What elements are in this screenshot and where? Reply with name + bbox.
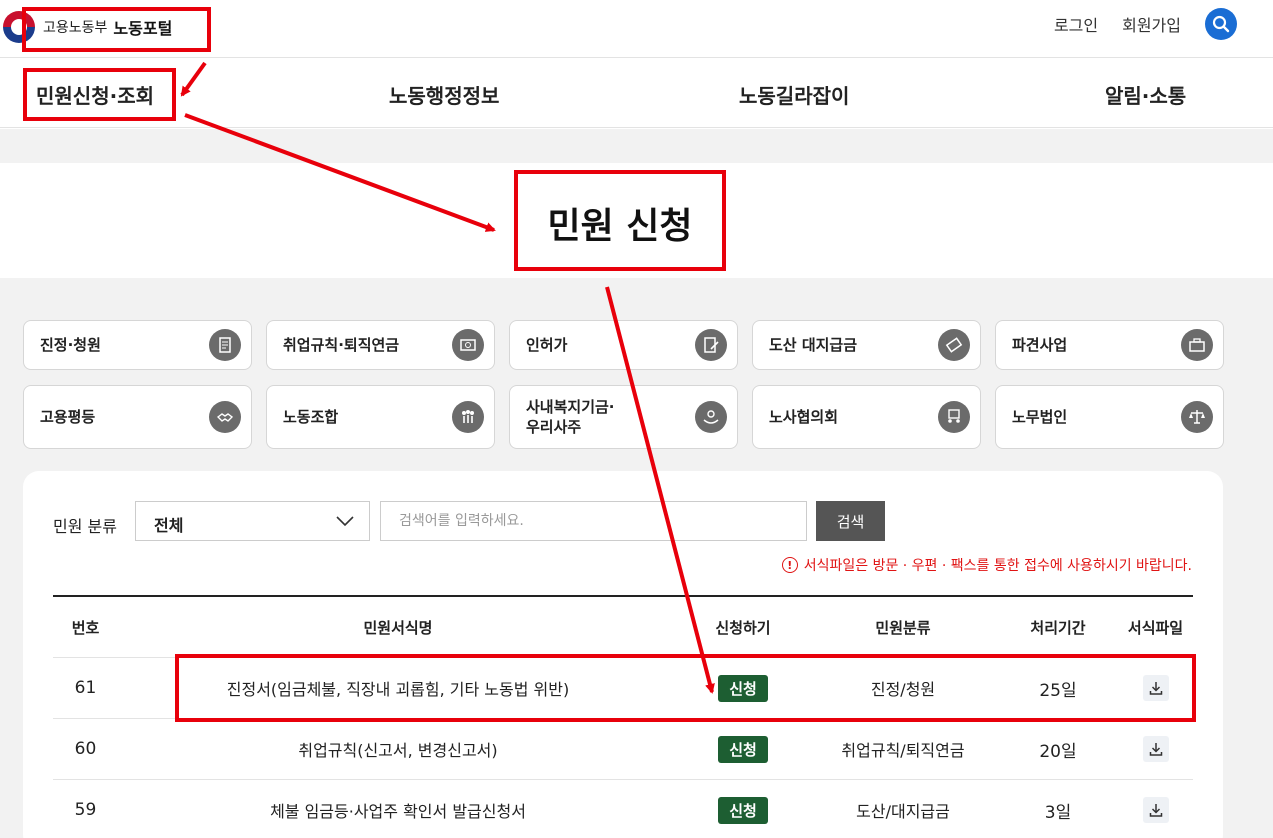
money-icon <box>938 329 970 361</box>
category-card-equal-employment[interactable]: 고용평등 <box>23 385 252 449</box>
council-icon <box>938 401 970 433</box>
form-table: 번호 민원서식명 신청하기 민원분류 처리기간 서식파일 61 진정서(임금체불… <box>53 595 1193 838</box>
category-select[interactable]: 전체 <box>135 501 370 541</box>
column-header-number: 번호 <box>71 618 100 637</box>
row-number: 59 <box>74 800 97 820</box>
category-card-employment-rules[interactable]: 취업규칙·퇴직연금 <box>266 320 495 370</box>
scale-icon <box>1181 401 1213 433</box>
category-filter-label: 민원 분류 <box>53 517 117 536</box>
apply-button[interactable]: 신청 <box>718 674 768 702</box>
category-label: 취업규칙·퇴직연금 <box>283 336 400 354</box>
category-label: 노동조합 <box>283 408 339 426</box>
category-card-insolvency-payment[interactable]: 도산 대지급금 <box>752 320 981 370</box>
row-period: 25일 <box>1039 680 1077 701</box>
category-label: 고용평등 <box>40 408 96 426</box>
alert-icon: ! <box>781 557 798 573</box>
row-number: 60 <box>74 739 97 759</box>
category-label: 노사협의회 <box>769 408 839 426</box>
row-category: 취업규칙/퇴직연금 <box>841 741 965 760</box>
category-card-labor-union[interactable]: 노동조합 <box>266 385 495 449</box>
pension-icon <box>452 329 484 361</box>
notice-text: 서식파일은 방문 · 우편 · 팩스를 통한 접수에 사용하시기 바랍니다. <box>803 558 1192 574</box>
main-nav: 민원신청·조회 노동행정정보 노동길라잡이 알림·소통 <box>0 58 1273 128</box>
row-form-name[interactable]: 취업규칙(신고서, 변경신고서) <box>118 737 678 761</box>
category-label: 노무법인 <box>1012 408 1068 426</box>
chevron-down-icon <box>336 516 354 527</box>
union-icon <box>452 401 484 433</box>
search-icon <box>1212 15 1230 33</box>
column-header-form-file: 서식파일 <box>1127 618 1184 637</box>
logo-portal-text: 노동포털 <box>113 19 173 38</box>
download-icon <box>1149 743 1162 756</box>
search-input[interactable] <box>380 501 807 541</box>
search-button[interactable] <box>1205 8 1237 40</box>
category-label: 인허가 <box>526 336 568 354</box>
column-header-period: 처리기간 <box>1030 618 1086 637</box>
nav-labor-guide[interactable]: 노동길라잡이 <box>739 80 849 109</box>
title-area: 민원 신청 <box>0 163 1273 278</box>
briefcase-icon <box>1181 329 1213 361</box>
category-label: 파견사업 <box>1012 336 1068 354</box>
category-card-labor-firm[interactable]: 노무법인 <box>995 385 1224 449</box>
row-period: 3일 <box>1044 802 1072 823</box>
table-row: 60 취업규칙(신고서, 변경신고서) 신청 취업규칙/퇴직연금 20일 <box>53 719 1193 780</box>
form-file-notice: ! 서식파일은 방문 · 우편 · 팩스를 통한 접수에 사용하시기 바랍니다. <box>781 555 1192 575</box>
form-list-panel: 민원 분류 전체 검색 ! 서식파일은 방문 · 우편 · 팩스를 통한 접수에… <box>23 471 1223 838</box>
utility-links: 로그인 회원가입 <box>1054 8 1237 40</box>
category-label: 진정·청원 <box>40 336 101 354</box>
table-header-row: 번호 민원서식명 신청하기 민원분류 처리기간 서식파일 <box>53 597 1193 658</box>
welfare-icon <box>695 401 727 433</box>
nav-notice-communication[interactable]: 알림·소통 <box>1105 80 1186 109</box>
nav-civil-petition[interactable]: 민원신청·조회 <box>36 80 154 109</box>
column-header-form-name: 민원서식명 <box>363 618 433 637</box>
category-card-petition[interactable]: 진정·청원 <box>23 320 252 370</box>
category-grid: 진정·청원 취업규칙·퇴직연금 인허가 도산 대지급금 파견사업 고용평등 노동… <box>23 320 1224 449</box>
category-label: 도산 대지급금 <box>769 336 858 354</box>
permit-icon <box>695 329 727 361</box>
login-link[interactable]: 로그인 <box>1054 12 1098 36</box>
download-button[interactable] <box>1142 675 1169 701</box>
logo-ministry-text: 고용노동부 <box>43 20 108 36</box>
row-number: 61 <box>74 678 97 698</box>
signup-link[interactable]: 회원가입 <box>1122 12 1181 36</box>
site-logo[interactable]: 고용노동부 노동포털 <box>3 10 172 44</box>
download-icon <box>1149 804 1162 817</box>
nav-labor-admin-info[interactable]: 노동행정정보 <box>389 80 499 109</box>
category-card-dispatch[interactable]: 파견사업 <box>995 320 1224 370</box>
breadcrumb-strip <box>0 129 1273 163</box>
download-button[interactable] <box>1142 736 1169 762</box>
download-icon <box>1149 682 1162 695</box>
table-row: 59 체불 임금등·사업주 확인서 발급신청서 신청 도산/대지급금 3일 <box>53 780 1193 838</box>
row-category: 진정/청원 <box>870 680 936 699</box>
apply-button[interactable]: 신청 <box>718 796 768 824</box>
top-bar: 고용노동부 노동포털 로그인 회원가입 <box>0 0 1273 58</box>
row-form-name[interactable]: 진정서(임금체불, 직장내 괴롭힘, 기타 노동법 위반) <box>118 676 678 700</box>
apply-button[interactable]: 신청 <box>718 735 768 763</box>
category-card-welfare-fund[interactable]: 사내복지기금· 우리사주 <box>509 385 738 449</box>
category-select-value: 전체 <box>154 516 184 535</box>
column-header-apply: 신청하기 <box>715 618 771 637</box>
download-button[interactable] <box>1142 797 1169 823</box>
row-category: 도산/대지급금 <box>856 802 950 821</box>
ministry-emblem-icon <box>3 11 35 43</box>
category-label: 사내복지기금· 우리사주 <box>526 398 615 436</box>
category-card-labor-council[interactable]: 노사협의회 <box>752 385 981 449</box>
search-submit-button[interactable]: 검색 <box>816 501 885 541</box>
handshake-icon <box>209 401 241 433</box>
row-form-name[interactable]: 체불 임금등·사업주 확인서 발급신청서 <box>118 798 678 822</box>
petition-icon <box>209 329 241 361</box>
page-title: 민원 신청 <box>547 206 693 247</box>
table-row: 61 진정서(임금체불, 직장내 괴롭힘, 기타 노동법 위반) 신청 진정/청… <box>53 658 1193 719</box>
category-card-permit[interactable]: 인허가 <box>509 320 738 370</box>
column-header-category: 민원분류 <box>875 618 931 637</box>
row-period: 20일 <box>1039 741 1077 762</box>
